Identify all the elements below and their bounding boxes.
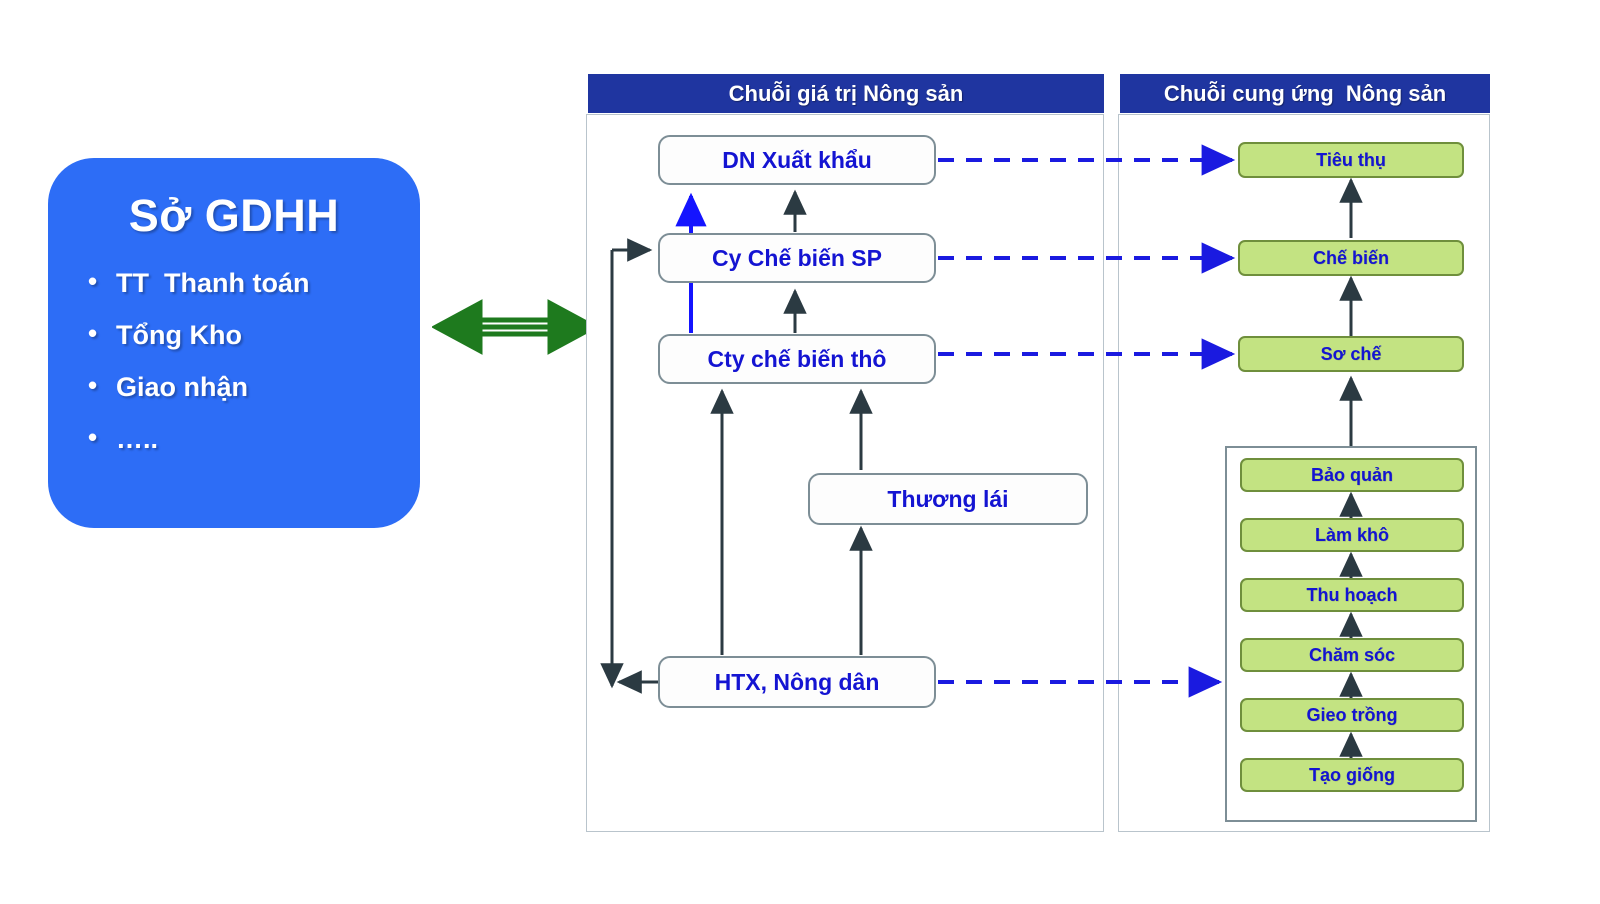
so-gdhh-card: Sở GDHH TT Thanh toán Tổng Kho Giao nhận… [48, 158, 420, 528]
panel-header-supply-chain: Chuỗi cung ứng Nông sản [1120, 74, 1490, 113]
node-htx-nong-dan[interactable]: HTX, Nông dân [658, 656, 936, 708]
node-tieu-thu[interactable]: Tiêu thụ [1238, 142, 1464, 178]
so-gdhh-bullet-item: Giao nhận [82, 370, 394, 403]
node-gieo-trong[interactable]: Gieo trồng [1240, 698, 1464, 732]
node-bao-quan[interactable]: Bảo quản [1240, 458, 1464, 492]
node-dn-xuat-khau[interactable]: DN Xuất khẩu [658, 135, 936, 185]
so-gdhh-title: Sở GDHH [128, 190, 340, 241]
node-lam-kho[interactable]: Làm khô [1240, 518, 1464, 552]
node-cy-che-bien-sp[interactable]: Cy Chế biến SP [658, 233, 936, 283]
so-gdhh-bullet-item: ….. [82, 422, 394, 455]
node-thuong-lai[interactable]: Thương lái [808, 473, 1088, 525]
node-so-che[interactable]: Sơ chế [1238, 336, 1464, 372]
node-cham-soc[interactable]: Chăm sóc [1240, 638, 1464, 672]
diagram-canvas: Sở GDHH TT Thanh toán Tổng Kho Giao nhận… [0, 0, 1600, 904]
so-gdhh-bullet-item: Tổng Kho [82, 318, 394, 351]
panel-header-value-chain: Chuỗi giá trị Nông sản [588, 74, 1104, 113]
node-cty-che-bien-tho[interactable]: Cty chế biến thô [658, 334, 936, 384]
bidirectional-arrow-icon [432, 299, 598, 355]
so-gdhh-bullet-item: TT Thanh toán [82, 266, 394, 299]
node-tao-giong[interactable]: Tạo giống [1240, 758, 1464, 792]
so-gdhh-bullet-list: TT Thanh toán Tổng Kho Giao nhận ….. [82, 266, 394, 455]
node-thu-hoach[interactable]: Thu hoạch [1240, 578, 1464, 612]
node-che-bien[interactable]: Chế biến [1238, 240, 1464, 276]
